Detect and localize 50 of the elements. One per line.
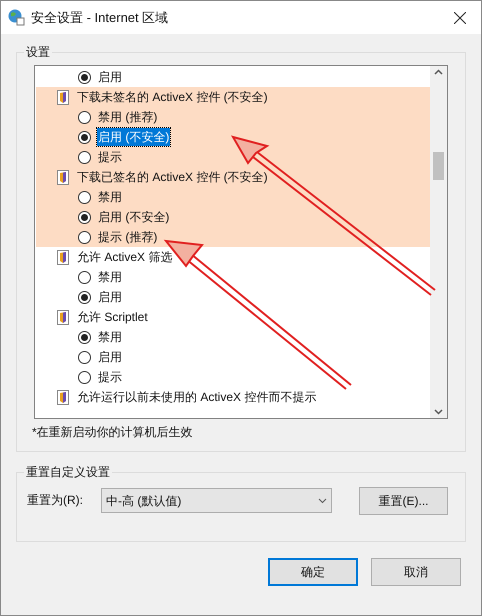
radio-button[interactable]	[78, 150, 91, 164]
radio-button[interactable]	[78, 330, 91, 344]
option-label[interactable]: 禁用	[97, 328, 123, 346]
radio-button[interactable]	[78, 350, 91, 364]
setting-label: 允许 Scriptlet	[77, 309, 148, 326]
scroll-down-icon[interactable]	[434, 409, 443, 415]
option-label[interactable]: 启用 (不安全)	[97, 208, 170, 226]
window-title: 安全设置 - Internet 区域	[31, 8, 168, 27]
option-label[interactable]: 启用	[97, 288, 123, 306]
radio-button[interactable]	[78, 370, 91, 384]
scrollbar[interactable]	[430, 66, 447, 418]
restart-note: *在重新启动你的计算机后生效	[32, 424, 194, 441]
setting-icon	[57, 250, 69, 264]
scroll-up-icon[interactable]	[434, 69, 443, 75]
radio-button[interactable]	[78, 190, 91, 204]
reset-dropdown[interactable]: 中-高 (默认值)	[101, 488, 332, 513]
setting-label: 允许 ActiveX 筛选	[77, 249, 172, 266]
setting-icon	[57, 170, 69, 184]
dialog-button[interactable]: 取消	[371, 558, 461, 586]
radio-button[interactable]	[78, 110, 91, 124]
globe-icon	[8, 9, 25, 26]
chevron-down-icon	[318, 498, 327, 504]
radio-button[interactable]	[78, 270, 91, 284]
setting-icon	[57, 90, 69, 104]
radio-button[interactable]	[78, 290, 91, 304]
radio-button[interactable]	[78, 210, 91, 224]
option-label[interactable]: 提示	[97, 368, 123, 386]
scroll-thumb[interactable]	[433, 152, 444, 180]
option-label[interactable]: 启用	[97, 348, 123, 366]
setting-icon	[57, 390, 69, 404]
option-label[interactable]: 启用	[97, 68, 123, 86]
setting-label: 下载已签名的 ActiveX 控件 (不安全)	[77, 169, 268, 186]
option-label[interactable]: 禁用	[97, 268, 123, 286]
group-title: 设置	[24, 44, 52, 60]
radio-button[interactable]	[78, 230, 91, 244]
radio-button[interactable]	[78, 70, 91, 84]
group-title: 重置自定义设置	[24, 464, 112, 480]
setting-label: 允许运行以前未使用的 ActiveX 控件而不提示	[77, 389, 316, 406]
dialog-button[interactable]: 确定	[268, 558, 358, 586]
option-label[interactable]: 提示 (推荐)	[97, 228, 158, 246]
option-label[interactable]: 提示	[97, 148, 123, 166]
option-label[interactable]: 禁用	[97, 188, 123, 206]
option-label[interactable]: 禁用 (推荐)	[97, 108, 158, 126]
option-label[interactable]: 启用 (不安全)	[97, 128, 170, 146]
radio-button[interactable]	[78, 130, 91, 144]
close-icon[interactable]	[454, 12, 466, 24]
reset-button[interactable]: 重置(E)...	[359, 487, 448, 515]
setting-icon	[57, 310, 69, 324]
reset-label: 重置为(R):	[27, 492, 83, 509]
setting-label: 下载未签名的 ActiveX 控件 (不安全)	[77, 89, 268, 106]
